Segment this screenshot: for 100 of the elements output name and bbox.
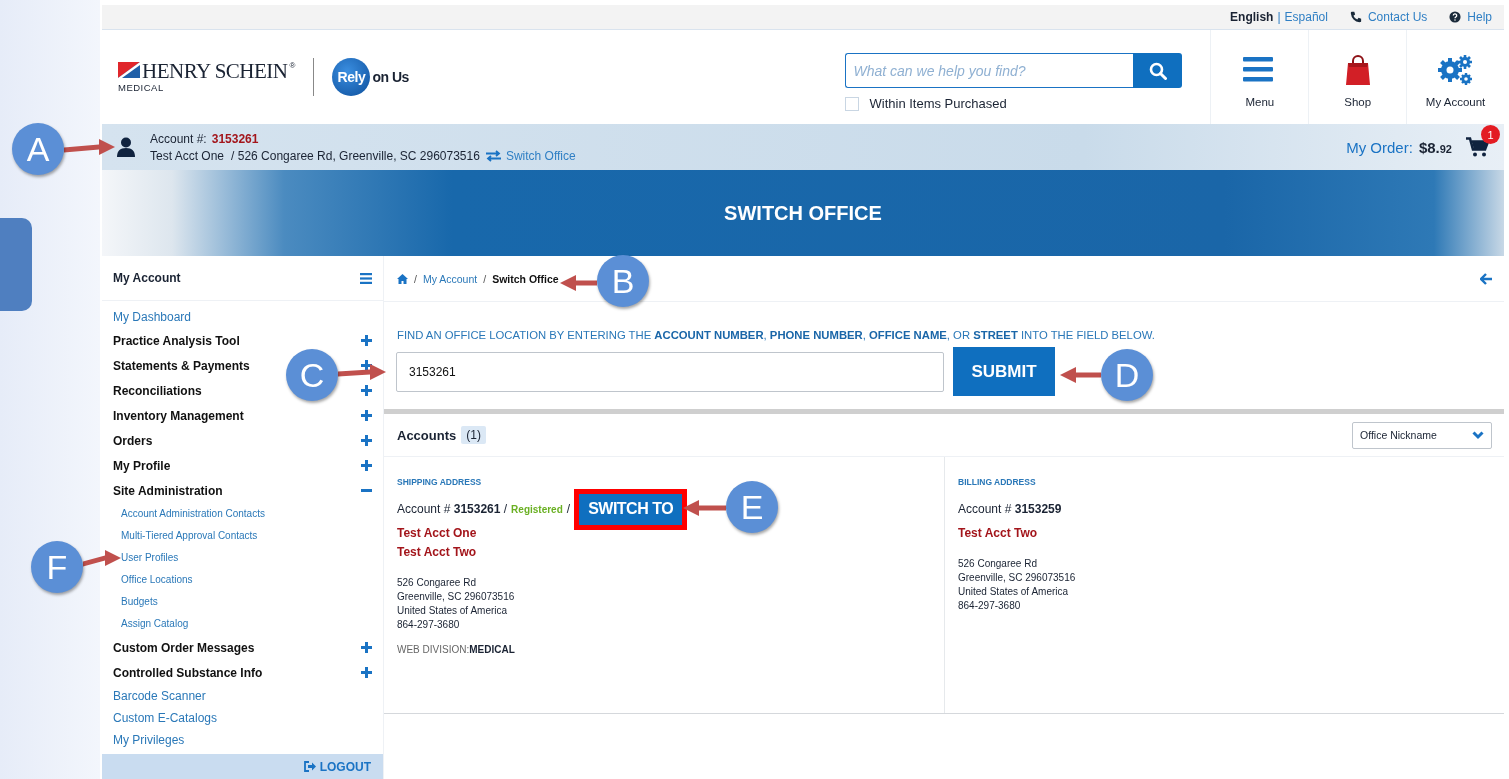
- order-label: My Order:: [1346, 138, 1413, 156]
- sidebar-section[interactable]: Practice Analysis Tool: [113, 333, 240, 348]
- account-number: 3153261: [211, 131, 259, 146]
- breadcrumb-link[interactable]: Switch Office: [492, 272, 559, 285]
- help-icon: [1449, 11, 1462, 23]
- home-icon[interactable]: [397, 273, 408, 284]
- instruction-text: FIND AN OFFICE LOCATION BY ENTERING THE ACCOUNT NUMBER, PHONE NUMBER, OFFICE NAME, OR STREET INTO THE FIELD BELOW.: [397, 329, 1156, 341]
- sidebar-section[interactable]: Orders: [113, 433, 153, 448]
- sidebar-section[interactable]: Controlled Substance Info: [113, 665, 263, 680]
- cart-icon: [1466, 137, 1490, 157]
- expand-icon[interactable]: [361, 435, 372, 446]
- back-arrow-icon[interactable]: [1480, 272, 1492, 285]
- menu-icon[interactable]: [360, 272, 372, 284]
- chevron-down-icon: [1472, 430, 1484, 440]
- expand-icon[interactable]: [361, 460, 372, 471]
- phone-icon: [1349, 11, 1362, 23]
- separator-text: /: [414, 272, 417, 285]
- switch-to-button[interactable]: SWITCH TO: [574, 488, 688, 530]
- separator-text: /: [566, 502, 571, 516]
- cart-button[interactable]: [1466, 137, 1490, 157]
- sidebar-subitem[interactable]: Account Administration Contacts: [121, 503, 265, 525]
- address-heading: BILLING ADDRESS: [958, 477, 1037, 487]
- search-field[interactable]: What can we help you find?: [844, 53, 1134, 88]
- division-value: MEDICAL: [469, 644, 515, 655]
- sidebar-link[interactable]: Custom E-Catalogs: [113, 707, 218, 729]
- account-address: / 526 Congaree Rd, Greenville, SC 296073516: [231, 148, 480, 163]
- sidebar-subitem[interactable]: Multi-Tiered Approval Contacts: [121, 525, 258, 547]
- address-line: United States of America: [397, 605, 509, 616]
- office-search-field[interactable]: 3153261: [396, 351, 944, 392]
- utility-link[interactable]: Contact Us: [1349, 10, 1428, 24]
- sidebar-link[interactable]: Barcode Scanner: [113, 685, 206, 707]
- status-text: Registered: [511, 503, 563, 515]
- address-line: 864-297-3680: [397, 619, 461, 630]
- sidebar-section[interactable]: Custom Order Messages: [113, 640, 255, 655]
- account-name: Test Acct Two: [958, 526, 1039, 540]
- account-label: Account #:: [150, 131, 207, 146]
- account-name: Test Acct One: [150, 148, 225, 163]
- expand-icon[interactable]: [361, 667, 372, 678]
- flag-logo-icon: [118, 61, 140, 78]
- account-number-text: Account # 3153261 /: [397, 502, 508, 516]
- sidebar-section[interactable]: Site Administration: [113, 483, 223, 498]
- address-line: Greenville, SC 296073516: [397, 591, 516, 602]
- sort-dropdown[interactable]: Office Nickname: [1352, 421, 1492, 449]
- count-badge: (1): [461, 426, 486, 444]
- logout-button[interactable]: LOGOUT: [303, 759, 371, 774]
- separator-text: |: [1277, 10, 1281, 24]
- pointer-arrow: [336, 363, 388, 383]
- address-line: 526 Congaree Rd: [397, 577, 477, 588]
- user-icon: [117, 137, 135, 157]
- section-title: Accounts: [397, 427, 457, 443]
- filter-label: Within Items Purchased: [869, 96, 1007, 111]
- page-title: SWITCH OFFICE: [724, 201, 882, 225]
- address-line: United States of America: [958, 586, 1070, 597]
- pointer-arrow: [558, 274, 599, 292]
- sidebar-section[interactable]: Inventory Management: [113, 408, 244, 423]
- sidebar-section[interactable]: My Profile: [113, 458, 171, 473]
- division-name: MEDICAL: [118, 81, 165, 93]
- filter-checkbox[interactable]: [844, 96, 859, 111]
- breadcrumb-link[interactable]: My Account: [422, 272, 478, 285]
- language-link[interactable]: Español: [1284, 10, 1328, 24]
- shopping-bag-icon: [1343, 54, 1372, 86]
- expand-icon[interactable]: [361, 642, 372, 653]
- address-line: 864-297-3680: [958, 600, 1022, 611]
- language-link[interactable]: English: [1230, 10, 1274, 24]
- pointer-arrow: [681, 499, 728, 517]
- registered-mark: ®: [289, 61, 296, 70]
- tagline-text: on Us: [372, 69, 409, 85]
- switch-office-link[interactable]: Switch Office: [484, 148, 576, 163]
- address-line: Greenville, SC 296073516: [958, 572, 1077, 583]
- expand-icon[interactable]: [361, 335, 372, 346]
- address-heading: SHIPPING ADDRESS: [397, 477, 483, 487]
- expand-icon[interactable]: [361, 385, 372, 396]
- account-name: Test Acct Two: [397, 545, 478, 559]
- brand-name: HENRY SCHEIN: [142, 61, 288, 80]
- sidebar-link[interactable]: My Dashboard: [113, 306, 192, 328]
- search-button[interactable]: [1133, 53, 1183, 88]
- sidebar-subitem[interactable]: Budgets: [121, 591, 158, 613]
- sidebar-subitem[interactable]: User Profiles: [121, 547, 179, 569]
- sidebar-link[interactable]: My Privileges: [113, 729, 185, 751]
- cart-count-badge: 1: [1481, 125, 1500, 144]
- sidebar-subitem[interactable]: Office Locations: [121, 569, 193, 591]
- tagline-badge: Rely: [332, 58, 371, 96]
- pointer-arrow: [1058, 366, 1103, 384]
- account-name: Test Acct One: [397, 526, 478, 540]
- gears-icon: [1436, 54, 1475, 86]
- sidebar-section[interactable]: Statements & Payments: [113, 358, 250, 373]
- account-number-text: Account # 3153259: [958, 502, 1062, 516]
- expand-icon[interactable]: [361, 410, 372, 421]
- sidebar-title: My Account: [113, 271, 181, 285]
- order-total: $8.92: [1418, 138, 1452, 156]
- division-label: WEB DIVISION:: [397, 644, 470, 655]
- sidebar-subitem[interactable]: Assign Catalog: [121, 613, 189, 635]
- sidebar-section[interactable]: Reconciliations: [113, 383, 202, 398]
- utility-link[interactable]: Help: [1449, 10, 1492, 24]
- separator-text: /: [483, 272, 487, 285]
- swap-arrows-icon: [484, 149, 502, 162]
- address-line: 526 Congaree Rd: [958, 558, 1038, 569]
- sign-out-icon: [303, 761, 316, 772]
- search-icon: [1148, 61, 1167, 80]
- submit-button[interactable]: SUBMIT: [953, 347, 1055, 396]
